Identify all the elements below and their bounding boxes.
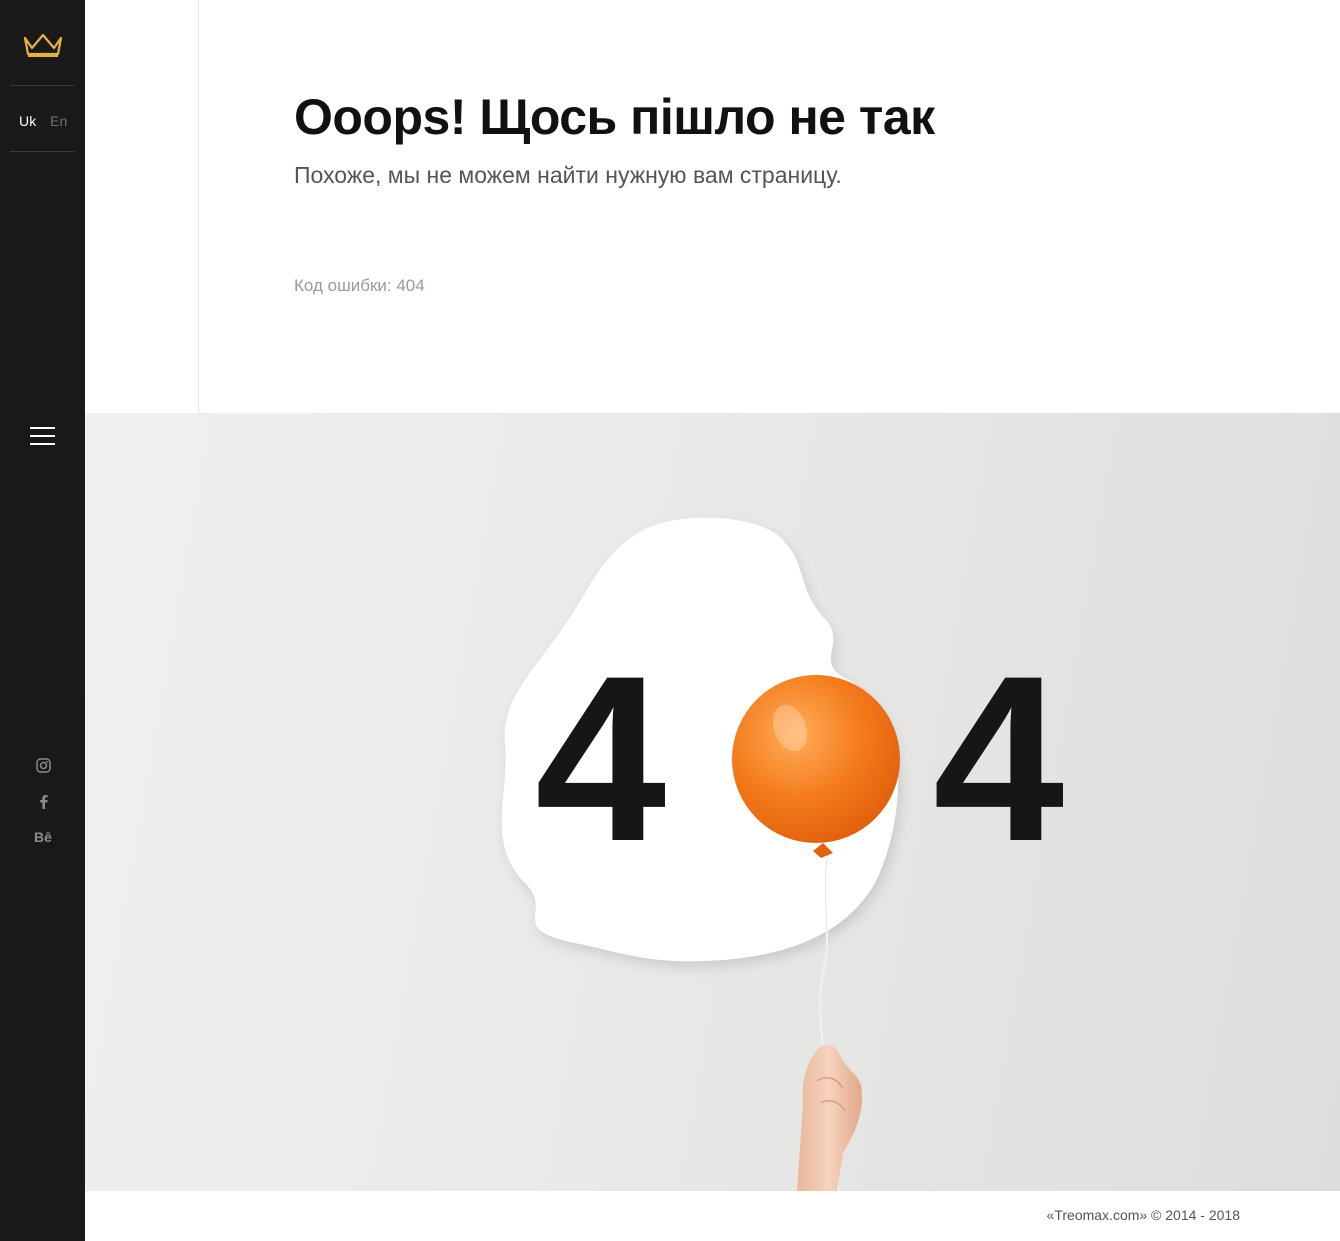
page-subtitle: Похоже, мы не можем найти нужную вам стр… [294,162,842,188]
error-digit-left: 4 [535,627,666,891]
hamburger-menu-icon[interactable] [30,426,55,445]
hero-image: 4 4 [85,413,1340,1191]
crown-icon[interactable] [22,30,64,58]
sidebar-divider [10,151,75,152]
error-digit-right: 4 [933,627,1064,891]
sidebar-divider [10,85,75,86]
vertical-divider [198,0,199,413]
sidebar: Uk En Bē [0,0,85,1241]
language-uk[interactable]: Uk [19,113,37,129]
facebook-icon[interactable] [33,791,53,811]
behance-icon[interactable]: Bē [33,827,53,847]
language-en[interactable]: En [50,113,68,129]
error-code: Код ошибки: 404 [294,276,425,295]
fried-egg-illustration [501,517,900,1191]
instagram-icon[interactable] [33,755,53,775]
copyright-text: «Treomax.com» © 2014 - 2018 [1046,1207,1240,1223]
page-title: Ooops! Щось пішло не так [294,89,935,145]
